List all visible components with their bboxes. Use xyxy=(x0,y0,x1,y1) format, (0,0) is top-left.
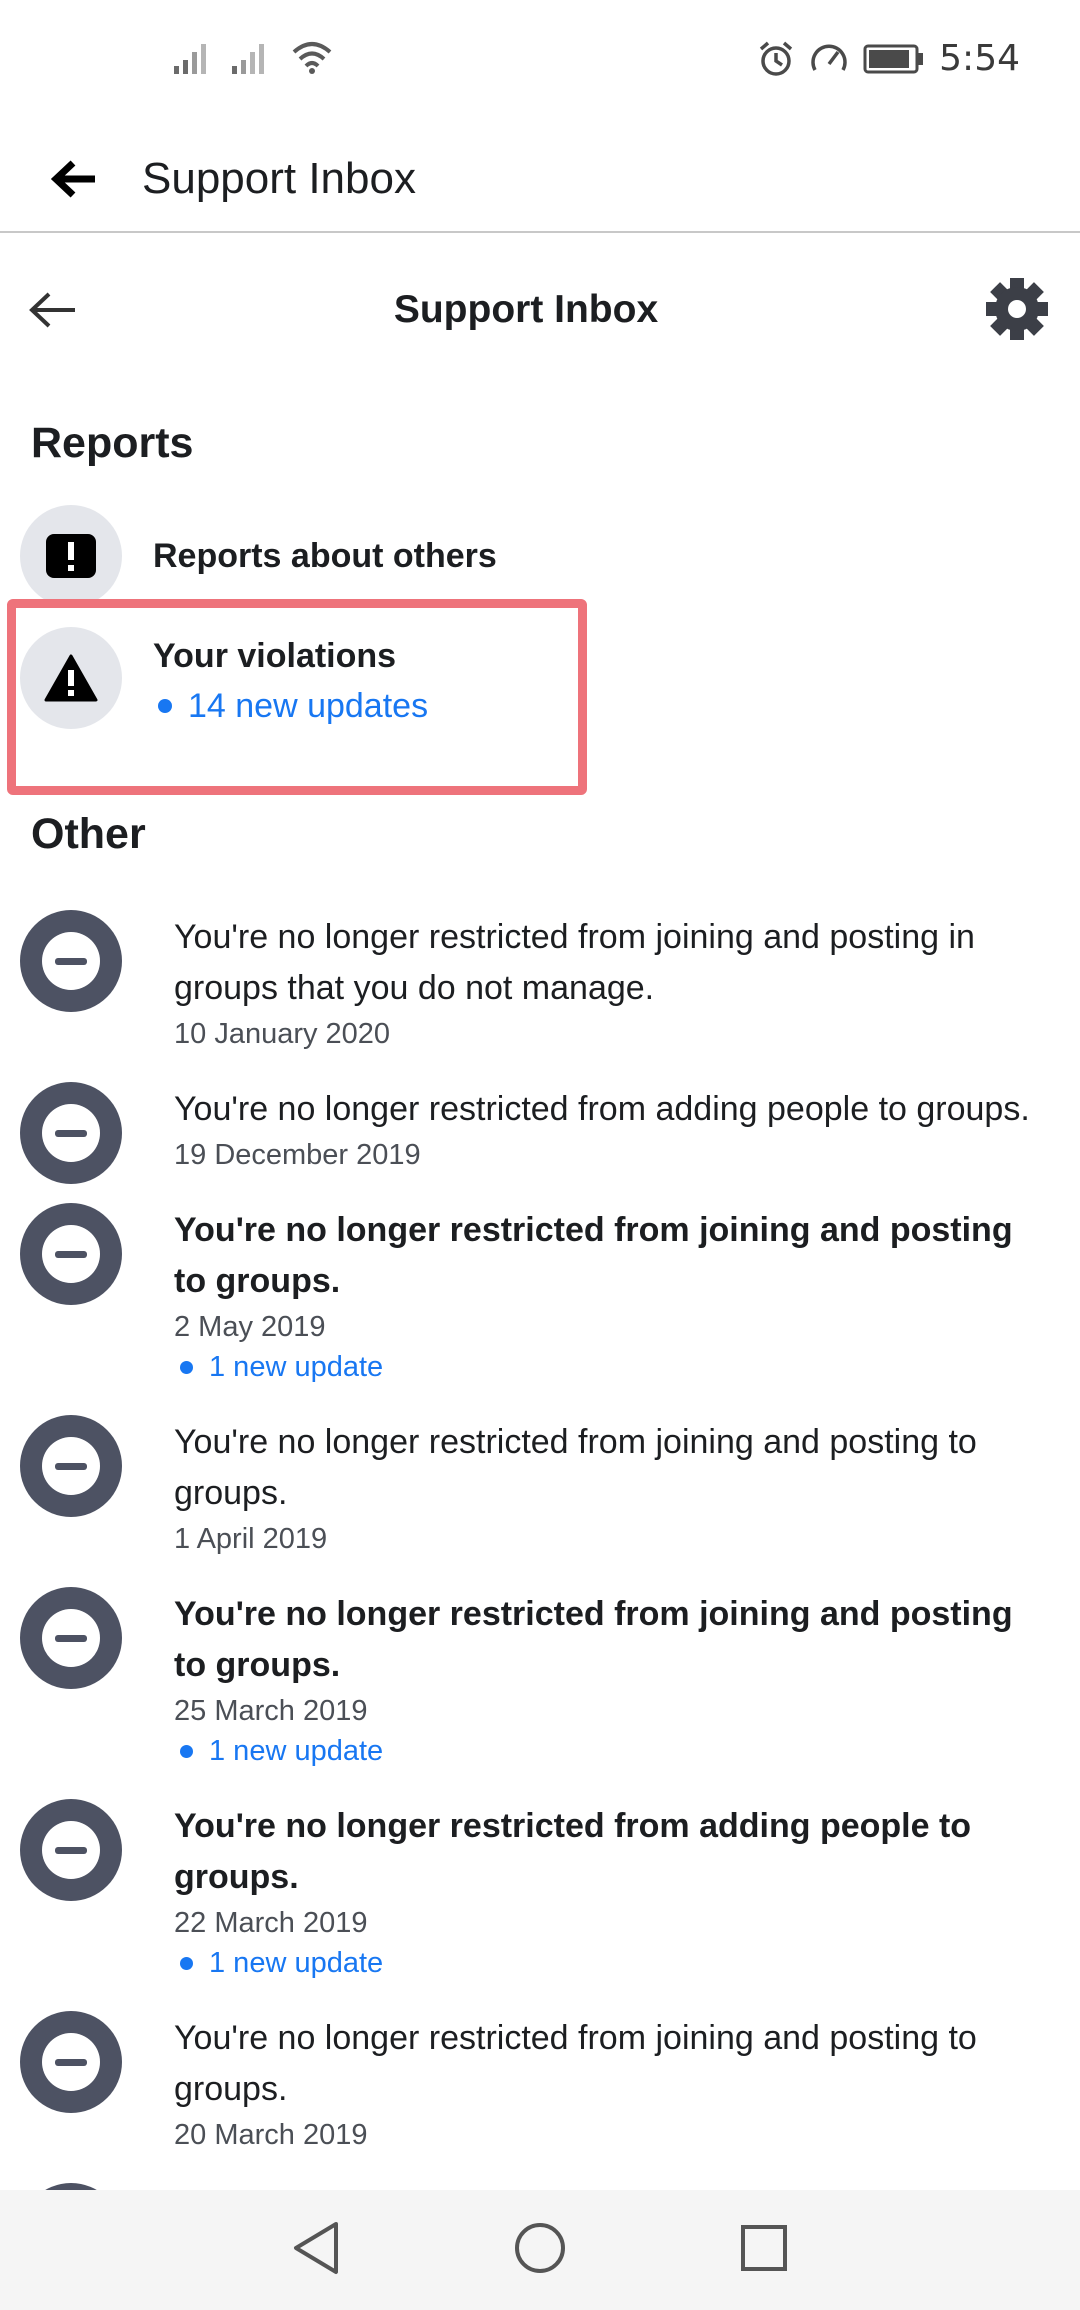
minus-circle-icon xyxy=(42,1437,100,1495)
square-recents-icon xyxy=(741,2224,787,2271)
restriction-lifted-icon xyxy=(20,2183,122,2190)
list-item[interactable]: You're no longer restricted from adding … xyxy=(0,1072,1080,1184)
minus-icon xyxy=(55,1129,87,1137)
list-item-text: You're no longer restricted from adding … xyxy=(174,1807,972,1896)
list-item[interactable]: You're no longer restricted from adding … xyxy=(0,1789,1080,1983)
minus-icon xyxy=(55,957,87,965)
other-heading: Other xyxy=(31,810,146,858)
restriction-lifted-icon xyxy=(20,1203,122,1305)
app-bar-title: Support Inbox xyxy=(142,154,416,203)
settings-button[interactable] xyxy=(984,276,1050,342)
minus-circle-icon xyxy=(42,1821,100,1879)
list-item-text: You're no longer restricted from joining… xyxy=(174,1423,977,1512)
gear-icon xyxy=(986,278,1048,340)
list-item[interactable]: You're no longer restricted from joining… xyxy=(0,1193,1080,1387)
list-item-date: 20 March 2019 xyxy=(174,2119,368,2151)
update-count: 1 new update xyxy=(209,1735,384,1767)
list-item-date: 2 May 2019 xyxy=(174,1311,326,1343)
unread-dot-icon xyxy=(180,1360,193,1374)
wifi-icon xyxy=(292,42,332,74)
list-item-text: You're no longer restricted from joining… xyxy=(174,2019,977,2108)
list-item-date: 1 April 2019 xyxy=(174,1523,328,1555)
update-count: 1 new update xyxy=(209,1351,384,1383)
restriction-lifted-icon xyxy=(20,910,122,1012)
minus-circle-icon xyxy=(42,1225,100,1283)
minus-icon xyxy=(55,1462,87,1470)
list-item-text: You're no longer restricted from joining… xyxy=(174,918,975,1007)
restriction-lifted-icon xyxy=(20,2011,122,2113)
alarm-icon xyxy=(760,41,793,76)
minus-circle-icon xyxy=(42,932,100,990)
list-item-date: 25 March 2019 xyxy=(174,1695,368,1727)
inbox-header: Support Inbox xyxy=(0,262,1080,358)
signal-icon xyxy=(232,44,264,74)
battery-icon xyxy=(863,44,924,73)
status-left xyxy=(174,40,334,74)
unread-dot-icon xyxy=(180,1744,193,1758)
report-icon xyxy=(20,505,122,607)
restriction-lifted-icon xyxy=(20,1415,122,1517)
nav-home-button[interactable] xyxy=(512,2220,568,2281)
arrow-left-icon xyxy=(51,160,95,198)
status-bar: 5:54 xyxy=(0,0,1080,125)
update-badge: 1 new update xyxy=(174,1943,1050,1983)
update-badge: 1 new update xyxy=(174,1731,1050,1771)
restriction-lifted-icon xyxy=(20,1082,122,1184)
triangle-back-icon xyxy=(294,2221,338,2274)
update-count: 1 new update xyxy=(209,1947,384,1979)
nav-back-button[interactable] xyxy=(290,2220,342,2281)
reports-about-others-item[interactable]: Reports about others xyxy=(0,505,1080,607)
minus-icon xyxy=(55,2058,87,2066)
minus-circle-icon xyxy=(42,1104,100,1162)
exclamation-icon xyxy=(46,534,96,578)
update-badge: 1 new update xyxy=(174,1347,1050,1387)
app-bar: Support Inbox xyxy=(0,125,1080,233)
status-time: 5:54 xyxy=(939,38,1020,79)
list-item-text: You're no longer restricted from adding … xyxy=(174,1090,1030,1128)
report-label: Reports about others xyxy=(153,537,497,575)
signal-icon xyxy=(174,44,206,74)
minus-circle-icon xyxy=(42,1609,100,1667)
list-item-date: 10 January 2020 xyxy=(174,1018,391,1050)
list-item[interactable]: You're no longer restricted from joining… xyxy=(0,1405,1080,1559)
minus-icon xyxy=(55,1846,87,1854)
circle-home-icon xyxy=(515,2222,565,2273)
unread-dot-icon xyxy=(180,1956,193,1970)
list-item[interactable]: You're no longer restricted from joining… xyxy=(0,1577,1080,1771)
minus-icon xyxy=(55,1634,87,1642)
system-nav-bar xyxy=(0,2190,1080,2310)
status-right: 5:54 xyxy=(757,38,1020,79)
list-item-text: You're no longer restricted from joining… xyxy=(174,1211,1013,1300)
minus-circle-icon xyxy=(42,2033,100,2091)
minus-icon xyxy=(55,1250,87,1258)
list-item-date: 22 March 2019 xyxy=(174,1907,368,1939)
highlight-box xyxy=(7,599,587,795)
restriction-lifted-icon xyxy=(20,1799,122,1901)
list-item[interactable]: You're no longer restricted from joining… xyxy=(0,900,1080,1054)
list-item-text: You're no longer restricted from joining… xyxy=(174,1595,1013,1684)
list-item[interactable]: You're no longer restricted from joining… xyxy=(0,2001,1080,2155)
page-title: Support Inbox xyxy=(393,288,659,331)
list-item[interactable]: You're no longer restricted from joining… xyxy=(0,2173,1080,2190)
restriction-lifted-icon xyxy=(20,1587,122,1689)
list-item-date: 19 December 2019 xyxy=(174,1139,421,1171)
speedometer-icon xyxy=(811,44,847,71)
other-list: You're no longer restricted from joining… xyxy=(0,900,1080,2190)
reports-heading: Reports xyxy=(31,419,194,467)
nav-recents-button[interactable] xyxy=(738,2222,790,2279)
back-button[interactable] xyxy=(44,149,104,209)
